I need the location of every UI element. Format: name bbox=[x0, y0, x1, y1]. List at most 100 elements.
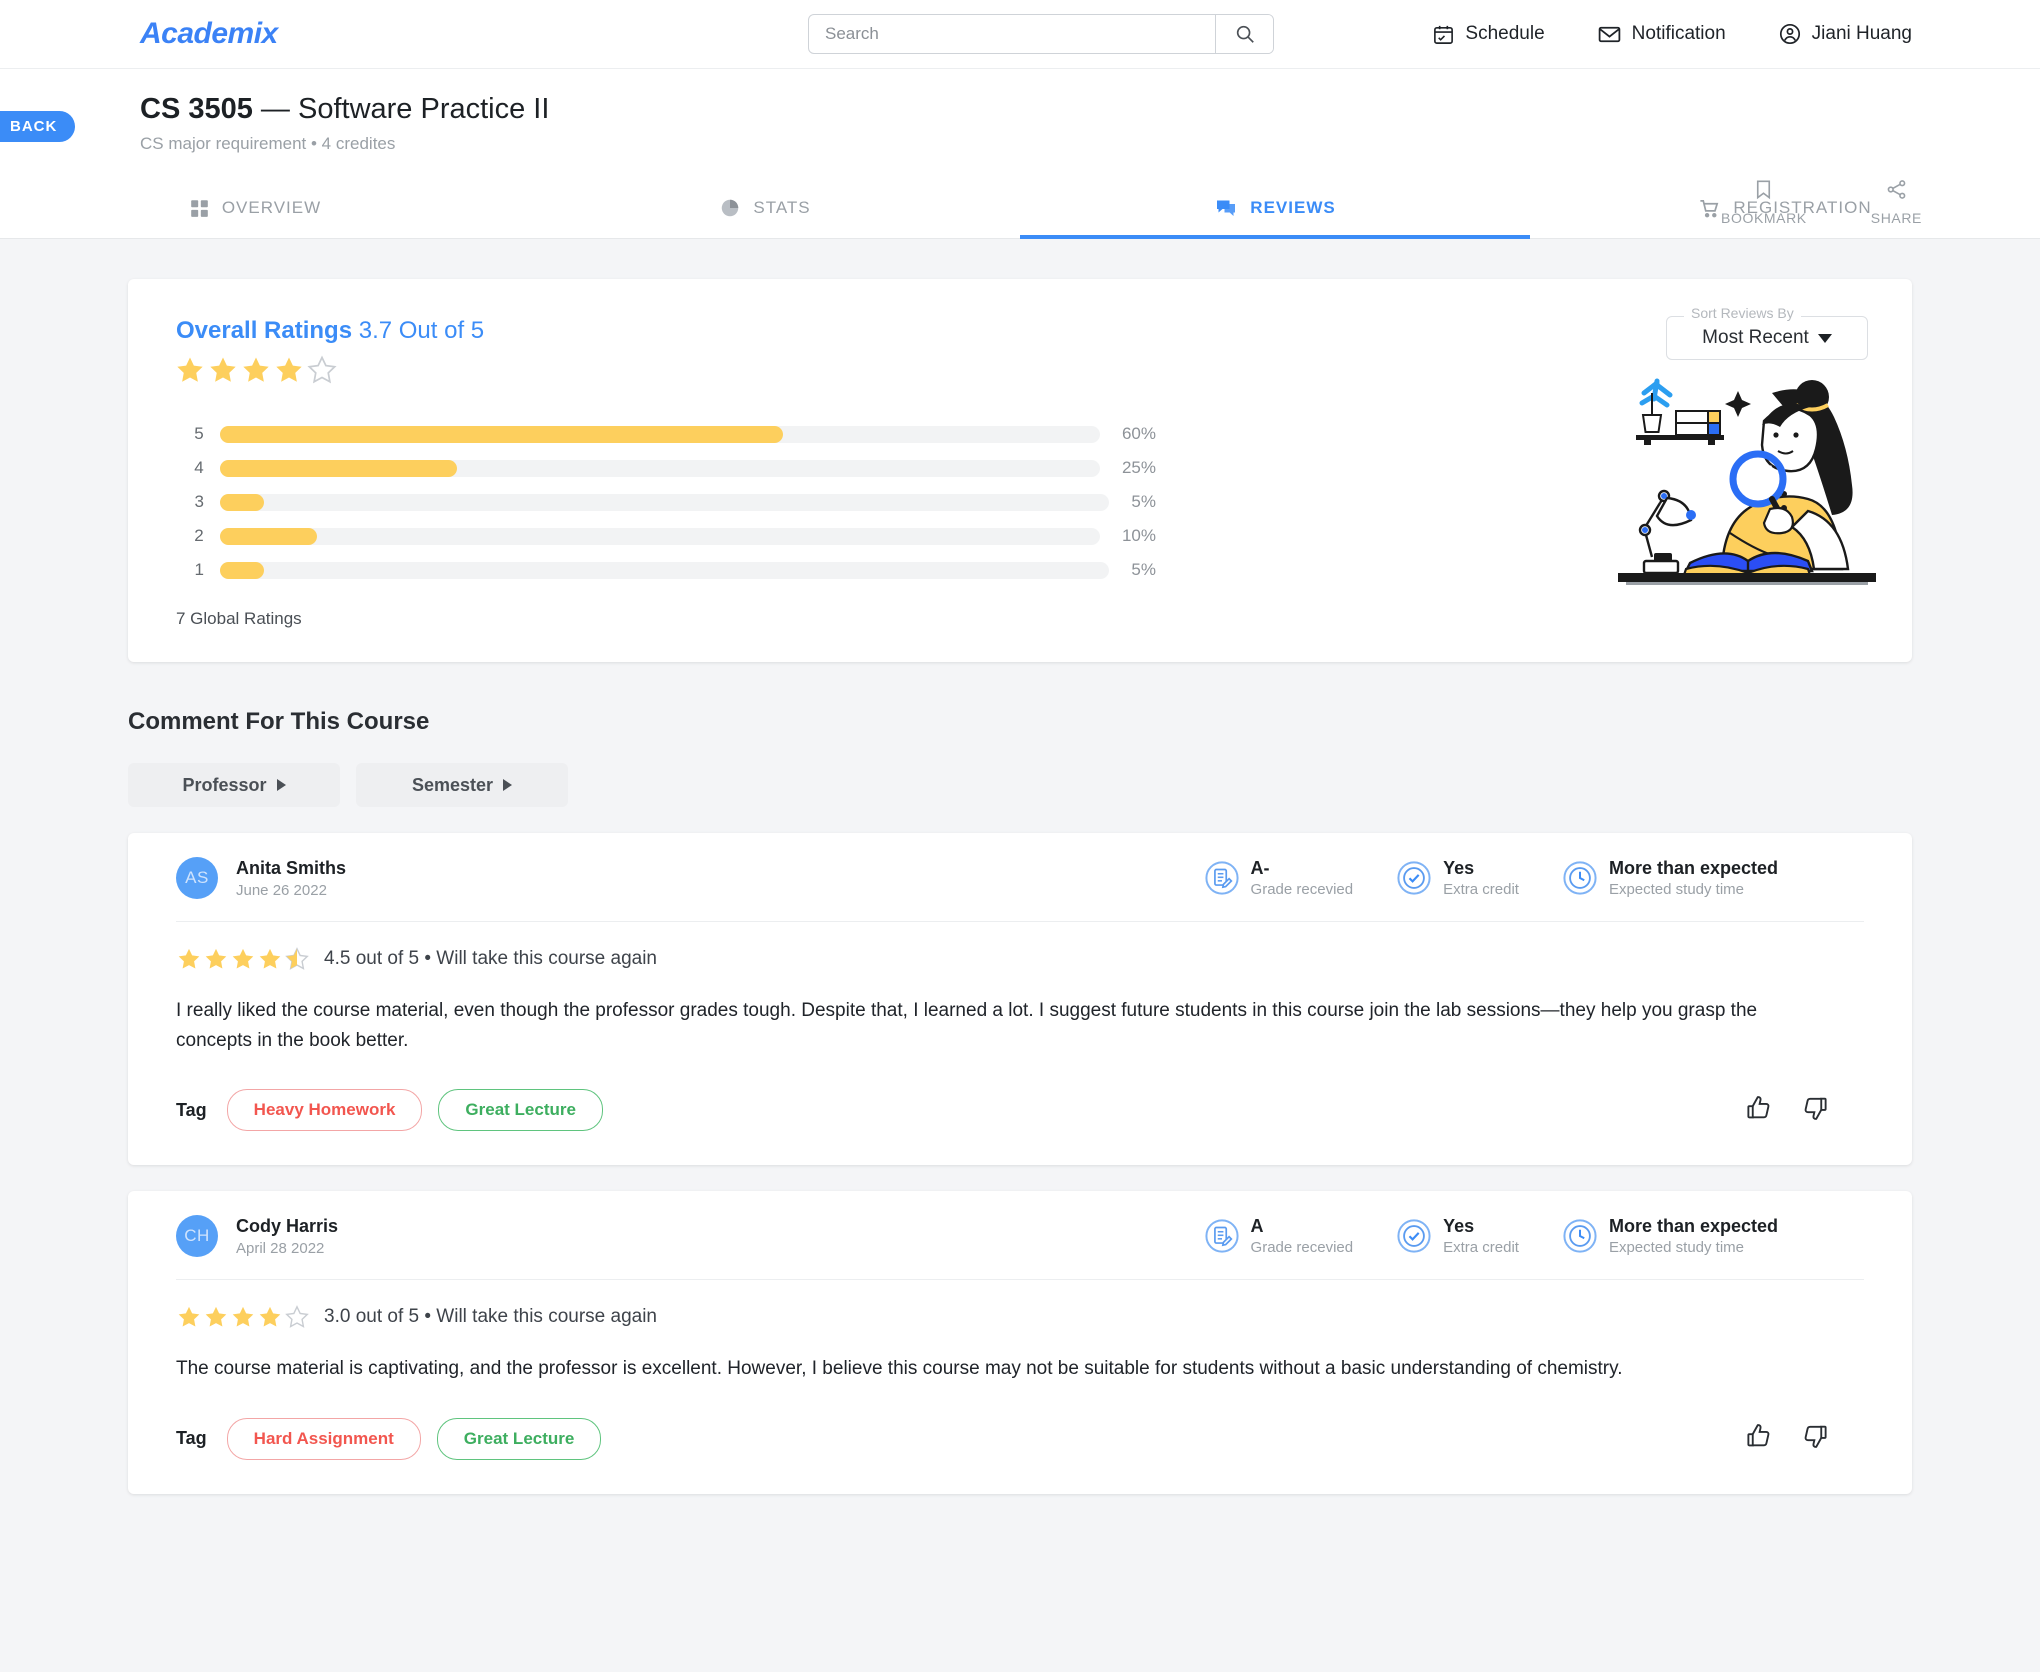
review-rating-row: 3.0 out of 5 • Will take this course aga… bbox=[176, 1280, 1864, 1330]
clock-icon bbox=[1563, 1219, 1597, 1253]
review-meta-value: More than expected bbox=[1608, 858, 1778, 879]
rating-bar-label: 1 bbox=[194, 560, 204, 580]
chevron-right-icon bbox=[503, 779, 513, 792]
review-footer: Tag Hard Assignment Great Lecture bbox=[176, 1384, 1864, 1494]
cart-icon bbox=[1700, 199, 1719, 218]
review-star-rating bbox=[176, 946, 310, 972]
rating-bar-track bbox=[219, 459, 1100, 477]
rating-bar-percent: 5% bbox=[1131, 560, 1156, 580]
reviewer-name: Cody Harris bbox=[236, 1215, 339, 1236]
thumbs-down-button[interactable] bbox=[1800, 1421, 1830, 1456]
course-header: BACK CS 3505 — Software Practice II CS m… bbox=[0, 68, 2040, 240]
grid-icon bbox=[191, 200, 208, 217]
review-meta-value: A- bbox=[1250, 858, 1270, 879]
rating-bar-label: 2 bbox=[194, 526, 204, 546]
review-votes bbox=[1744, 1421, 1864, 1456]
user-circle-icon bbox=[1779, 23, 1800, 45]
review-star-rating bbox=[176, 1304, 310, 1330]
search-bar[interactable] bbox=[808, 14, 1274, 54]
review-meta-value: Yes bbox=[1443, 858, 1475, 879]
rating-bar-row: 1 5% bbox=[176, 553, 1156, 587]
overall-ratings-score-text: 3.7 Out of 5 bbox=[352, 317, 485, 345]
filter-professor[interactable]: Professor bbox=[128, 763, 340, 808]
review-meta-item: Yes Extra credit bbox=[1397, 858, 1519, 898]
star-filled-icon bbox=[243, 357, 269, 383]
review-meta-label: Extra credit bbox=[1443, 881, 1519, 899]
thumbs-up-button[interactable] bbox=[1744, 1093, 1774, 1128]
review-meta-group: A- Grade recevied Yes Extra credit More than… bbox=[1204, 858, 1864, 899]
star-filled-icon bbox=[178, 1307, 200, 1327]
review-meta-value: Yes bbox=[1443, 1216, 1475, 1237]
review-rating-text: 3.0 out of 5 • Will take this course aga… bbox=[324, 1306, 657, 1328]
review-rating-row: 4.5 out of 5 • Will take this course aga… bbox=[176, 922, 1864, 972]
rating-bar-percent: 10% bbox=[1121, 526, 1156, 546]
review-meta-group: A Grade recevied Yes Extra credit More than … bbox=[1204, 1216, 1864, 1257]
star-filled-icon bbox=[276, 357, 302, 383]
rating-bar-track bbox=[219, 425, 1100, 443]
thumbs-up-icon bbox=[1747, 1095, 1770, 1119]
chat-bubbles-icon bbox=[1217, 200, 1236, 217]
review-body: The course material is captivating, and … bbox=[176, 1358, 1623, 1380]
star-filled-icon bbox=[177, 357, 203, 383]
tab-label-registration: REGISTRATION bbox=[1733, 198, 1872, 218]
thumbs-down-button[interactable] bbox=[1800, 1093, 1830, 1128]
review-tag[interactable]: Heavy Homework bbox=[226, 1089, 423, 1132]
review-meta-item: A Grade recevied bbox=[1204, 1216, 1354, 1257]
note-pencil-icon bbox=[1204, 861, 1239, 895]
star-filled-icon bbox=[178, 949, 200, 969]
rating-bar-percent: 60% bbox=[1121, 424, 1156, 444]
rating-bar-row: 2 10% bbox=[176, 519, 1156, 553]
nav-item-user[interactable]: Jiani Huang bbox=[1778, 22, 1912, 46]
review-tags: Tag Hard Assignment Great Lecture bbox=[176, 1417, 602, 1460]
back-button[interactable]: BACK bbox=[0, 111, 76, 142]
filter-semester-label: Semester bbox=[411, 774, 494, 795]
sort-reviews-select[interactable]: Most Recent bbox=[1666, 316, 1868, 361]
note-pencil-icon bbox=[1204, 1219, 1239, 1253]
review-card: CH Cody Harris April 28 2022 A Grade recevie… bbox=[128, 1191, 1912, 1494]
rating-distribution-chart: 5 60% 4 25% 3 5% 2 10% 1 5% bbox=[176, 417, 1156, 587]
rating-bar-label: 4 bbox=[194, 458, 204, 478]
star-filled-icon bbox=[210, 357, 236, 383]
overall-ratings-title: Overall Ratings 3.7 Out of 5 bbox=[176, 317, 484, 345]
rating-bar-percent: 25% bbox=[1121, 458, 1156, 478]
nav-item-schedule[interactable]: Schedule bbox=[1432, 23, 1545, 46]
search-input[interactable] bbox=[809, 15, 1215, 53]
tab-overview[interactable]: OVERVIEW bbox=[0, 180, 510, 238]
review-meta-label: Extra credit bbox=[1443, 1239, 1519, 1257]
review-meta-label: Grade recevied bbox=[1250, 1239, 1354, 1257]
tab-stats[interactable]: STATS bbox=[510, 180, 1020, 238]
nav-label-user: Jiani Huang bbox=[1811, 23, 1912, 44]
review-card: AS Anita Smiths June 26 2022 A- Grade recevi… bbox=[128, 833, 1912, 1166]
overall-star-rating bbox=[174, 354, 338, 386]
star-filled-icon bbox=[205, 949, 227, 969]
check-circle-icon bbox=[1397, 861, 1431, 895]
rating-bar-fill bbox=[219, 527, 317, 545]
review-date: April 28 2022 bbox=[236, 1239, 325, 1257]
nav-item-notification[interactable]: Notification bbox=[1597, 22, 1726, 47]
sort-reviews-control: Sort Reviews By Most Recent bbox=[1666, 305, 1868, 361]
course-name: Software Practice II bbox=[297, 93, 550, 125]
thumbs-up-icon bbox=[1747, 1424, 1770, 1447]
tab-reviews[interactable]: REVIEWS bbox=[1020, 180, 1530, 240]
review-votes bbox=[1744, 1093, 1864, 1128]
thumbs-down-icon bbox=[1804, 1425, 1827, 1448]
review-tag[interactable]: Great Lecture bbox=[438, 1089, 603, 1132]
review-meta-item: Yes Extra credit bbox=[1397, 1216, 1519, 1256]
reviews-list: AS Anita Smiths June 26 2022 A- Grade recevi… bbox=[128, 833, 1912, 1494]
review-tag[interactable]: Hard Assignment bbox=[226, 1417, 421, 1460]
star-filled-icon bbox=[205, 1307, 227, 1327]
tab-label-stats: STATS bbox=[753, 198, 811, 218]
filter-semester[interactable]: Semester bbox=[356, 763, 568, 808]
student-with-magnifier-illustration bbox=[1618, 378, 1876, 586]
nav-label-schedule: Schedule bbox=[1465, 23, 1545, 44]
tab-registration[interactable]: REGISTRATION bbox=[1530, 180, 2040, 238]
review-tag[interactable]: Great Lecture bbox=[436, 1417, 602, 1460]
pie-chart-icon bbox=[722, 200, 739, 217]
review-rating-text: 4.5 out of 5 • Will take this course aga… bbox=[324, 948, 657, 970]
review-meta-label: Expected study time bbox=[1608, 881, 1745, 899]
rating-bar-track bbox=[219, 493, 1110, 511]
search-button[interactable] bbox=[1215, 15, 1273, 53]
reviewer-name: Anita Smiths bbox=[236, 857, 347, 878]
brand-logo[interactable]: Academix bbox=[140, 17, 278, 51]
thumbs-up-button[interactable] bbox=[1744, 1421, 1774, 1456]
